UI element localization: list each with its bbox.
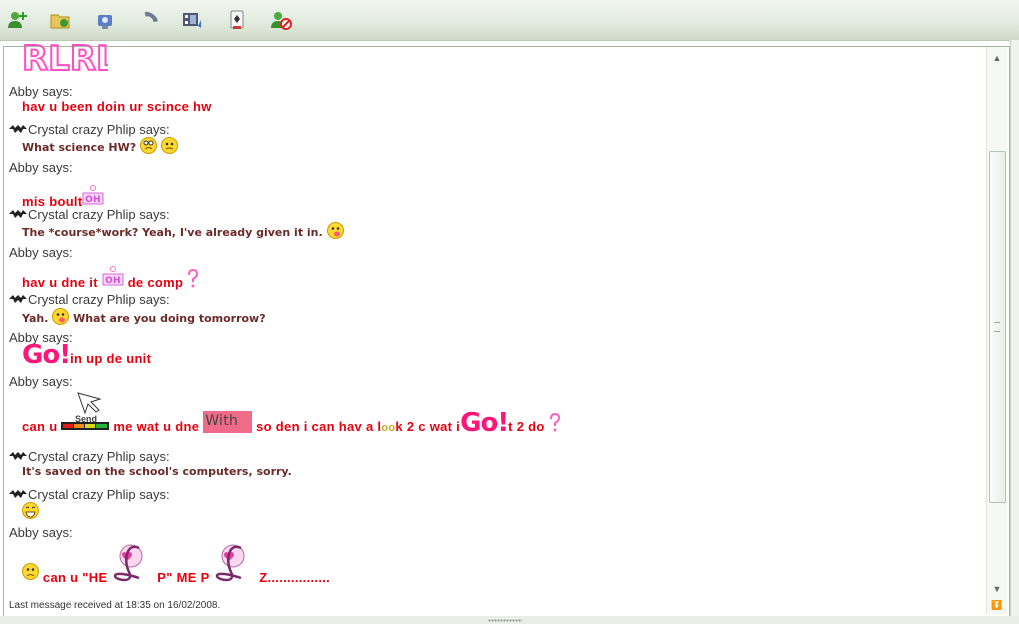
scroll-down-arrow-icon[interactable]: ▼	[990, 582, 1004, 596]
message-row: Go!in up de unit	[22, 340, 151, 370]
last-message-status: Last message received at 18:35 on 16/02/…	[9, 600, 221, 611]
sender-row: Crystal crazy Phlip says:	[9, 487, 170, 502]
message-row: hav u dne it OH de comp	[22, 265, 199, 290]
scroll-grip-icon	[994, 322, 1000, 332]
add-contact-button[interactable]	[6, 8, 30, 32]
sad-emoticon-icon	[22, 563, 39, 580]
message-text: It's saved on the school's computers, so…	[22, 465, 292, 478]
message-text: in up de unit	[70, 351, 152, 366]
sender-row: Crystal crazy Phlip says:	[9, 449, 170, 464]
sender-label: Crystal crazy Phlip says:	[28, 449, 170, 464]
tongue-out-emoticon-icon	[52, 308, 70, 325]
message-row: What science HW?	[22, 137, 178, 154]
sender-label: Abby says:	[9, 374, 73, 389]
sender-label: Crystal crazy Phlip says:	[28, 487, 170, 502]
call-button[interactable]	[137, 8, 161, 32]
send-files-button[interactable]	[48, 8, 72, 32]
message-text: de comp	[127, 275, 184, 290]
bat-icon	[9, 295, 27, 303]
sender-label: Abby says:	[9, 525, 73, 540]
message-text: What are you doing tomorrow?	[73, 312, 266, 325]
games-icon	[230, 10, 244, 29]
sender-row: Crystal crazy Phlip says:	[9, 207, 170, 222]
tongue-out-emoticon-icon	[326, 222, 344, 239]
message-text: can u "HE	[42, 570, 108, 585]
laughing-emoticon-icon	[22, 502, 39, 519]
sender-row: Crystal crazy Phlip says:	[9, 122, 170, 137]
video-icon	[183, 13, 201, 28]
oh-text-image: OH	[82, 185, 104, 205]
sender-label: Abby says:	[9, 84, 73, 99]
question-mark-icon	[549, 413, 560, 432]
bat-icon	[9, 210, 27, 218]
scroll-up-arrow-icon[interactable]: ▲	[990, 51, 1004, 65]
video-button[interactable]	[180, 8, 204, 32]
message-row	[22, 502, 39, 521]
sender-label: Abby says:	[9, 160, 73, 175]
go-text-image: Go!	[22, 340, 71, 370]
resize-grip-icon[interactable]	[488, 619, 522, 622]
call-icon	[144, 11, 158, 23]
bat-icon	[9, 452, 27, 460]
oh-label: OH	[105, 276, 121, 286]
message-text: Yah.	[22, 312, 49, 325]
level-meter-image	[61, 422, 110, 430]
svg-text:RLRL: RLRL	[22, 40, 108, 76]
heart-l-image	[216, 544, 245, 582]
with-label: With	[205, 413, 239, 429]
sender-row: Crystal crazy Phlip says:	[9, 292, 170, 307]
oo-text: oo	[381, 422, 396, 434]
message-text: me wat u dne	[113, 419, 200, 434]
message-row: Yah. What are you doing tomorrow?	[22, 308, 266, 325]
message-row: The *course*work? Yeah, I've already giv…	[22, 222, 344, 239]
message-text: t 2 do	[508, 419, 545, 434]
message-text: k 2 c wat i	[395, 419, 461, 434]
bat-icon	[9, 490, 27, 498]
vertical-scrollbar[interactable]: ▲ ▼ ⏬	[986, 47, 1007, 614]
message-text: hav u been doin ur scince hw	[22, 99, 212, 114]
webcam-icon	[98, 15, 112, 29]
block-contact-icon	[271, 12, 292, 30]
sender-label: Crystal crazy Phlip says:	[28, 122, 170, 137]
message-text: P" ME P	[157, 570, 210, 585]
bat-icon	[9, 125, 27, 133]
message-row: can u me wat u dne With so den i can hav…	[22, 408, 561, 438]
message-text: What science HW?	[22, 141, 137, 154]
window-edge	[1010, 40, 1019, 624]
webcam-button[interactable]	[93, 8, 117, 32]
oh-label: OH	[86, 195, 102, 205]
scrollbar-thumb[interactable]	[989, 151, 1006, 503]
message-text: Z................	[259, 570, 331, 585]
message-text: hav u dne it	[22, 275, 98, 290]
add-contact-icon	[8, 12, 27, 28]
message-text: The *course*work? Yeah, I've already giv…	[22, 226, 323, 239]
toolbar	[0, 0, 1019, 41]
message-row: mis boult OH	[22, 184, 104, 209]
scroll-to-bottom-icon[interactable]: ⏬	[990, 598, 1004, 612]
confused-emoticon-icon	[160, 137, 178, 154]
message-row: can u "HE P" ME P Z................	[22, 542, 330, 586]
block-contact-button[interactable]	[269, 8, 293, 32]
games-button[interactable]	[225, 8, 249, 32]
decorative-text-image: RLRL	[21, 38, 119, 81]
sender-label: Crystal crazy Phlip says:	[28, 207, 170, 222]
sender-label: Abby says:	[9, 245, 73, 260]
with-text-image: With	[203, 411, 253, 433]
heart-l-image	[114, 544, 143, 582]
go-text-image: Go!	[460, 408, 509, 438]
send-files-icon	[50, 14, 70, 29]
question-mark-icon	[188, 269, 199, 288]
message-text: so den i can hav a l	[256, 419, 382, 434]
oh-text-image: OH	[102, 266, 124, 286]
sender-label: Crystal crazy Phlip says:	[28, 292, 170, 307]
message-text: can u	[22, 419, 58, 434]
confused-emoticon-icon	[139, 137, 157, 154]
